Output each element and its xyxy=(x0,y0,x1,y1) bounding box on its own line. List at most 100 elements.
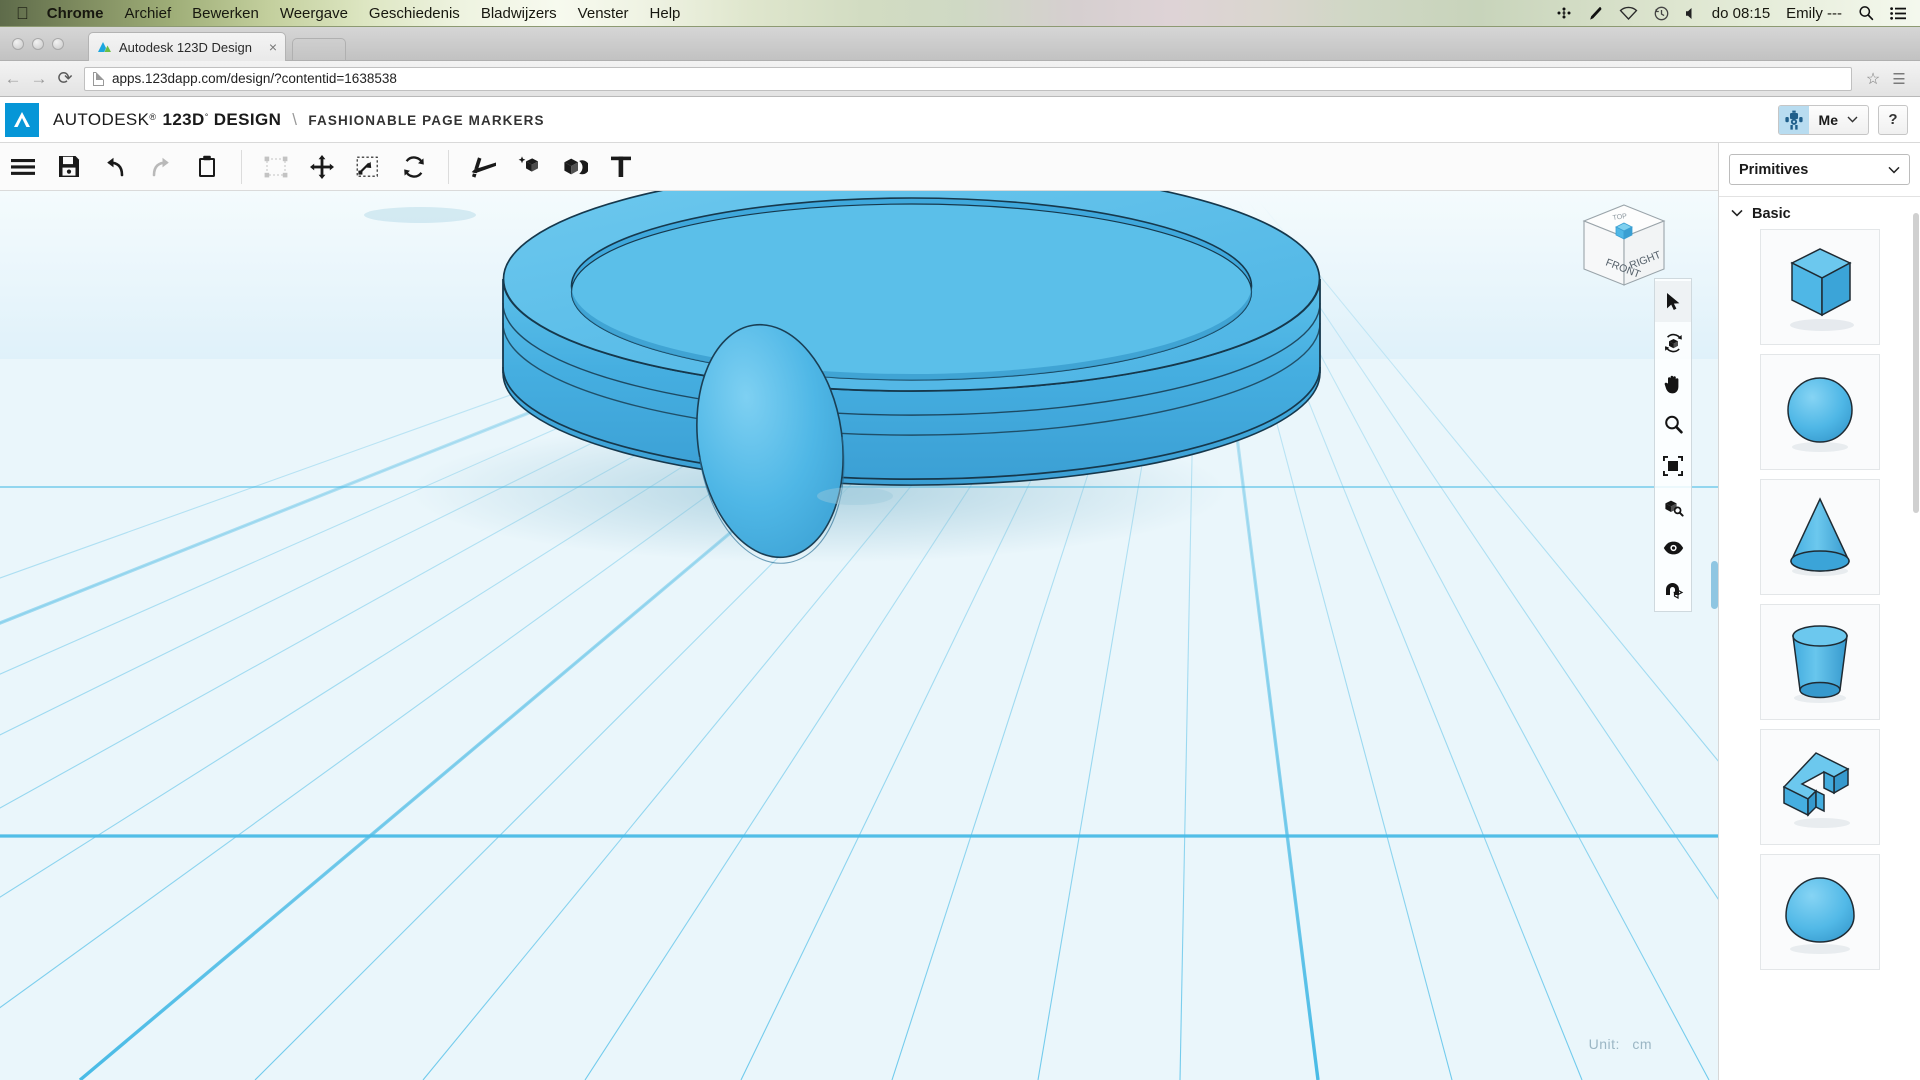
user-menu-button[interactable]: Me xyxy=(1777,104,1869,135)
window-traffic-lights xyxy=(12,38,64,50)
wifi-icon[interactable] xyxy=(1619,6,1638,20)
visibility-eye-icon[interactable] xyxy=(1655,527,1691,568)
unit-value: cm xyxy=(1632,1036,1652,1052)
close-icon[interactable]: × xyxy=(269,39,277,55)
autodesk-favicon xyxy=(97,40,112,55)
address-bar-text: apps.123dapp.com/design/?contentid=16385… xyxy=(112,71,397,86)
category-dropdown-value: Primitives xyxy=(1739,161,1809,178)
toolbar-group-file xyxy=(0,143,230,190)
toolbar-group-create xyxy=(460,143,644,190)
bookmark-star-icon[interactable]: ☆ xyxy=(1860,69,1886,89)
text-icon[interactable] xyxy=(598,145,644,189)
paste-icon[interactable] xyxy=(184,145,230,189)
window-minimize-button[interactable] xyxy=(32,38,44,50)
menu-bar-user[interactable]: Emily --- xyxy=(1786,5,1842,22)
menu-item-chrome[interactable]: Chrome xyxy=(47,5,104,22)
orbit-icon[interactable] xyxy=(1655,322,1691,363)
shape-cone[interactable] xyxy=(1759,479,1880,595)
menu-item-weergave[interactable]: Weergave xyxy=(280,5,348,22)
help-button[interactable]: ? xyxy=(1878,104,1908,135)
move-icon[interactable] xyxy=(299,145,345,189)
shape-sphere[interactable] xyxy=(1759,354,1880,470)
new-tab-button[interactable] xyxy=(292,38,346,60)
chevron-down-icon xyxy=(1847,114,1868,126)
brand-product-degree: ° xyxy=(204,111,209,122)
autodesk-logo xyxy=(5,102,39,137)
document-title: FASHIONABLE PAGE MARKERS xyxy=(308,112,545,128)
unit-indicator: Unit: cm xyxy=(1589,1036,1652,1052)
canvas-scrollbar[interactable] xyxy=(1711,561,1718,609)
menu-icon[interactable] xyxy=(0,145,46,189)
shape-wedge[interactable] xyxy=(1759,729,1880,845)
view-tool-strip xyxy=(1654,278,1692,612)
chevron-down-icon xyxy=(1731,208,1743,220)
robot-avatar-icon xyxy=(1778,105,1809,134)
brand-prefix: AUTODESK xyxy=(53,109,150,129)
panel-scrollbar[interactable] xyxy=(1913,213,1919,513)
shape-box[interactable] xyxy=(1759,229,1880,345)
zoom-object-icon[interactable] xyxy=(1655,486,1691,527)
page-title: AUTODESK ® 123D ° DESIGN \ FASHIONABLE PAG… xyxy=(53,110,545,130)
snap-magnet-icon[interactable] xyxy=(1655,568,1691,609)
notification-center-icon[interactable] xyxy=(1890,6,1906,20)
sketch-icon[interactable] xyxy=(460,145,506,189)
menu-item-bladwijzers[interactable]: Bladwijzers xyxy=(481,5,557,22)
select-cursor-icon[interactable] xyxy=(1655,281,1691,322)
select-box-icon[interactable] xyxy=(253,145,299,189)
perspective-grid xyxy=(0,191,1718,1080)
menu-bar-clock[interactable]: do 08:15 xyxy=(1712,5,1770,22)
brand-suffix: DESIGN xyxy=(213,109,282,129)
category-dropdown[interactable]: Primitives xyxy=(1729,154,1910,185)
toolbar-group-transform xyxy=(253,143,437,190)
primitive-icon[interactable] xyxy=(506,145,552,189)
menu-item-help[interactable]: Help xyxy=(650,5,681,22)
pan-hand-icon[interactable] xyxy=(1655,363,1691,404)
undo-icon[interactable] xyxy=(92,145,138,189)
spotlight-search-icon[interactable] xyxy=(1858,5,1874,21)
save-icon[interactable] xyxy=(46,145,92,189)
shape-cylinder[interactable] xyxy=(1759,604,1880,720)
menu-item-bewerken[interactable]: Bewerken xyxy=(192,5,259,22)
fit-to-window-icon[interactable] xyxy=(1655,445,1691,486)
menu-item-venster[interactable]: Venster xyxy=(578,5,629,22)
forward-arrow-icon[interactable]: → xyxy=(26,69,52,89)
menu-item-geschiedenis[interactable]: Geschiedenis xyxy=(369,5,460,22)
page-document-icon xyxy=(93,71,104,86)
back-arrow-icon[interactable]: ← xyxy=(0,69,26,89)
window-close-button[interactable] xyxy=(12,38,24,50)
home-cube-icon xyxy=(1615,222,1633,240)
address-bar[interactable]: apps.123dapp.com/design/?contentid=16385… xyxy=(84,66,1852,91)
main-toolbar xyxy=(0,143,1718,191)
app-header-actions: Me ? xyxy=(1777,104,1908,135)
macos-menu-bar:  Chrome Archief Bewerken Weergave Gesch… xyxy=(0,0,1920,27)
menu-item-archief[interactable]: Archief xyxy=(124,5,171,22)
user-menu-label: Me xyxy=(1818,111,1838,128)
browser-tab[interactable]: Autodesk 123D Design × xyxy=(88,32,286,61)
pen-icon[interactable] xyxy=(1588,6,1603,21)
unit-label-text: Unit: xyxy=(1588,1036,1620,1052)
app-header: AUTODESK ® 123D ° DESIGN \ FASHIONABLE PAG… xyxy=(0,97,1920,143)
primitives-panel: Primitives Basic xyxy=(1718,143,1920,1080)
apple-icon[interactable]:  xyxy=(16,5,29,22)
redo-icon[interactable] xyxy=(138,145,184,189)
combine-icon[interactable] xyxy=(552,145,598,189)
airdrop-icon[interactable] xyxy=(1556,6,1572,20)
window-zoom-button[interactable] xyxy=(52,38,64,50)
section-header-basic[interactable]: Basic xyxy=(1719,197,1920,229)
brand-registered-mark: ® xyxy=(149,111,157,122)
toolbar-divider xyxy=(241,149,242,184)
brand-separator: \ xyxy=(292,109,298,129)
shape-dome[interactable] xyxy=(1759,854,1880,970)
volume-icon[interactable] xyxy=(1685,7,1696,20)
chrome-menu-icon[interactable]: ☰ xyxy=(1886,70,1912,88)
browser-tab-title: Autodesk 123D Design xyxy=(119,39,252,55)
time-machine-icon[interactable] xyxy=(1654,6,1669,21)
scale-icon[interactable] xyxy=(345,145,391,189)
model-ring xyxy=(408,191,1321,564)
reload-icon[interactable]: ⟳ xyxy=(52,68,78,89)
zoom-magnifier-icon[interactable] xyxy=(1655,404,1691,445)
chevron-down-icon xyxy=(1888,163,1900,177)
toolbar-divider xyxy=(448,149,449,184)
rotate-icon[interactable] xyxy=(391,145,437,189)
design-canvas[interactable]: FRONT RIGHT TOP Unit: cm xyxy=(0,191,1718,1080)
